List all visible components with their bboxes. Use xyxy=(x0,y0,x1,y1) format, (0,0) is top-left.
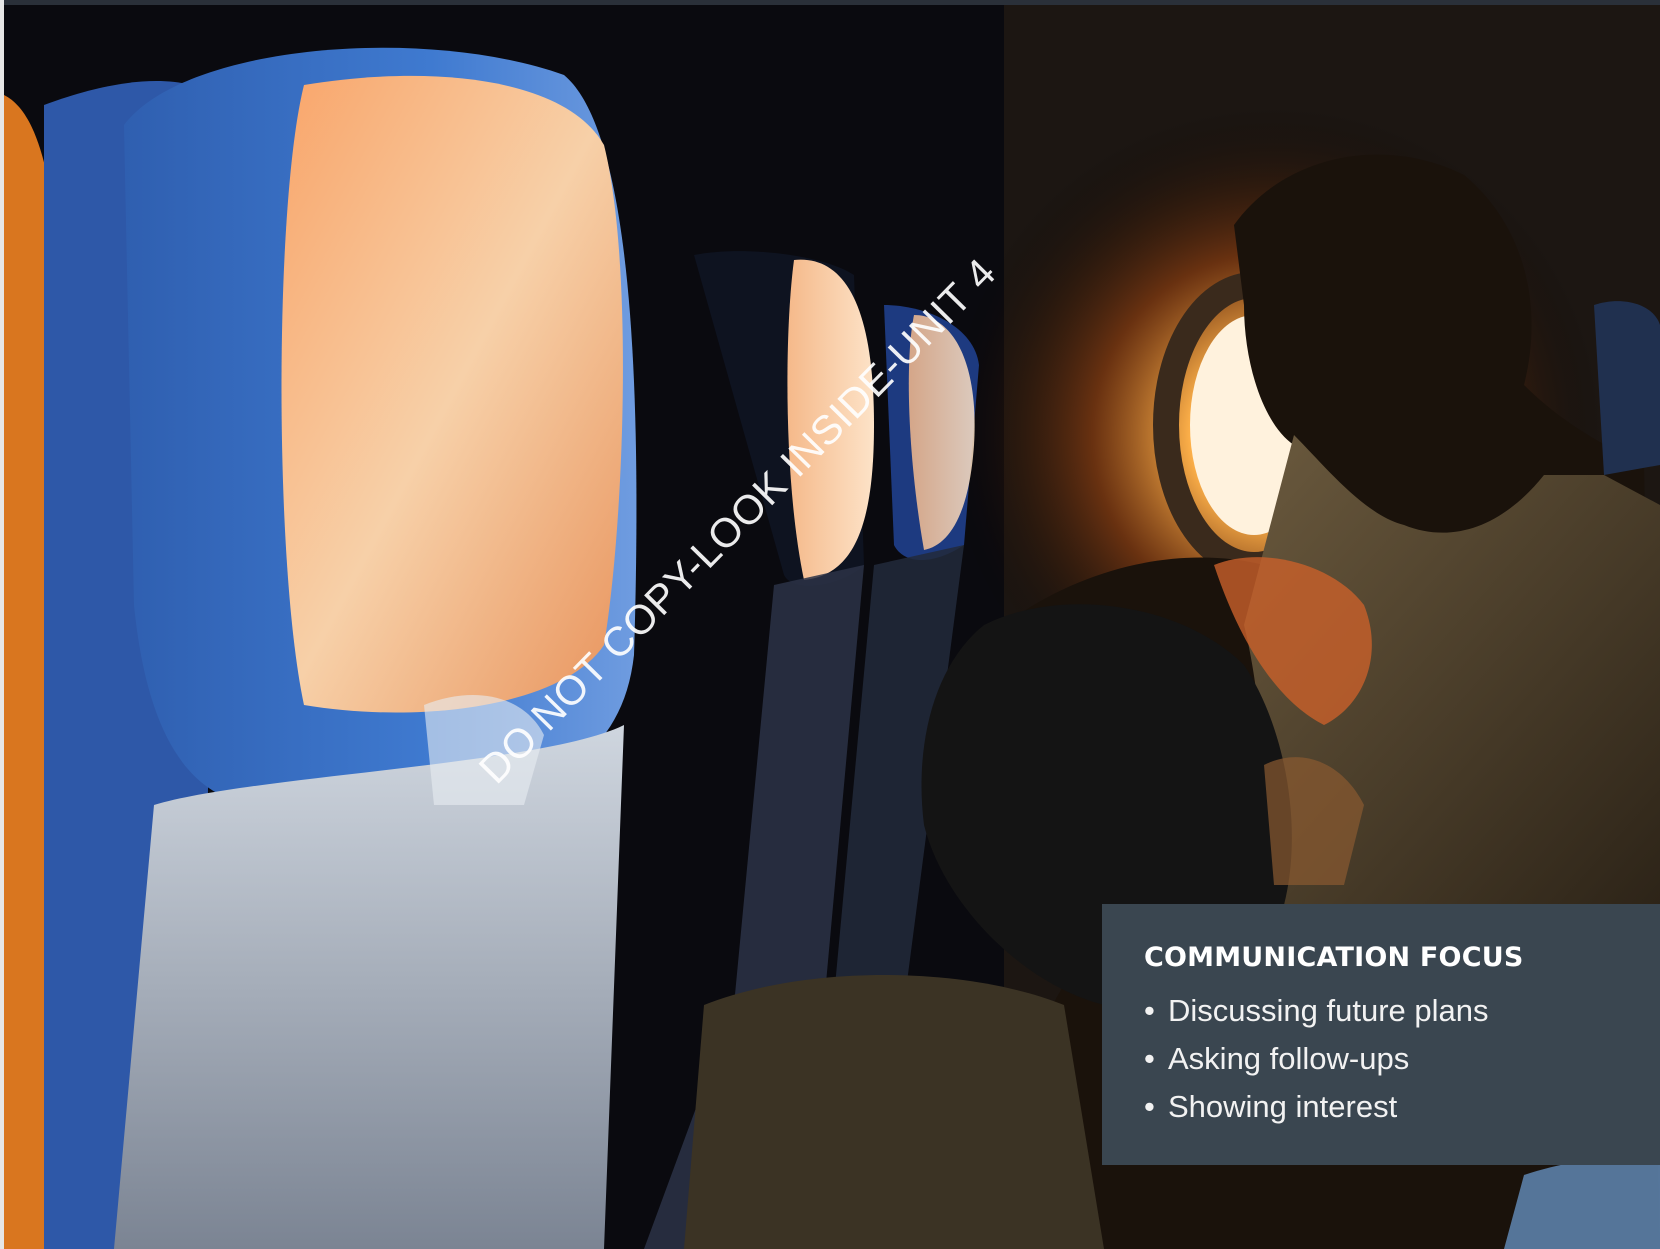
focus-item-text: Showing interest xyxy=(1168,1089,1398,1124)
focus-item-text: Discussing future plans xyxy=(1168,993,1489,1028)
bullet-icon: • xyxy=(1144,1041,1155,1076)
list-item: • Showing interest xyxy=(1144,1083,1660,1131)
top-border xyxy=(0,0,1660,5)
list-item: • Asking follow-ups xyxy=(1144,1035,1660,1083)
focus-item-text: Asking follow-ups xyxy=(1168,1041,1410,1076)
list-item: • Discussing future plans xyxy=(1144,987,1660,1035)
communication-focus-list: • Discussing future plans • Asking follow-… xyxy=(1144,987,1660,1131)
bullet-icon: • xyxy=(1144,1089,1155,1124)
textbook-page: DO NOT COPY-LOOK INSIDE-UNIT 4 COMMUNICA… xyxy=(0,0,1660,1249)
communication-focus-title: COMMUNICATION FOCUS xyxy=(1144,942,1524,973)
communication-focus-panel: COMMUNICATION FOCUS • Discussing future p… xyxy=(1102,904,1660,1165)
left-border xyxy=(0,0,4,1249)
bullet-icon: • xyxy=(1144,993,1155,1028)
